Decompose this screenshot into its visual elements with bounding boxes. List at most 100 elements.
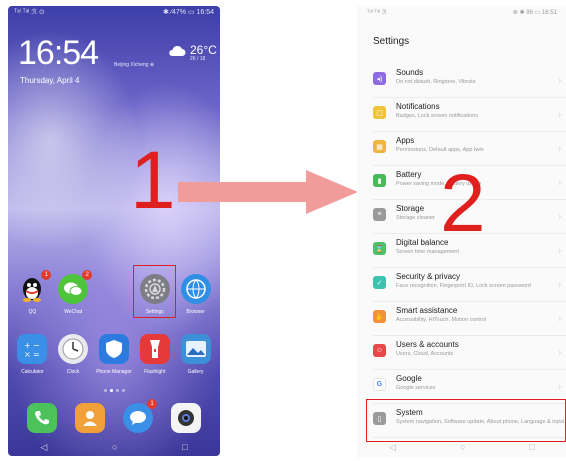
user-icon: ☺ (373, 344, 386, 357)
home-icon[interactable]: ○ (460, 442, 465, 452)
chevron-right-icon: › (558, 382, 561, 391)
temperature: 26°C (190, 43, 217, 57)
app-clock[interactable]: Clock (53, 334, 93, 375)
battery-icon: ▮ (373, 174, 386, 187)
recents-icon[interactable]: □ (182, 442, 187, 452)
chevron-right-icon: › (558, 314, 561, 323)
app-row-2: + − × = Calculator Clock Phone Manager Flas… (8, 334, 220, 375)
settings-item-notifications[interactable]: ▢ Notifications Badges, Lock screen notifi… (357, 98, 566, 132)
app-qq[interactable]: 1 QQ (12, 270, 52, 315)
sound-icon: ◂) (373, 72, 386, 85)
flashlight-icon (139, 334, 170, 364)
app-label: Calculator (21, 369, 44, 375)
app-label: WeChat (64, 309, 83, 315)
app-label: Browser (186, 309, 205, 315)
app-gallery[interactable]: Gallery (176, 334, 216, 375)
back-icon[interactable]: ◁ (40, 442, 47, 453)
dock-phone[interactable] (22, 403, 62, 433)
settings-item-title: Notifications (396, 102, 440, 111)
settings-item-subtitle: Accessibility, HiTouch, Motion control (396, 316, 487, 323)
home-screen: ᵀᵃˡ ᵀᵃˡ ℛ ⊙ ✱ ⁄47% ▭ 16:54 16:54 Thursda… (8, 6, 220, 456)
google-icon: G (373, 378, 386, 391)
settings-item-text: Security & privacy Face recognition, Fing… (396, 272, 566, 290)
shield-icon: ✓ (373, 276, 386, 289)
settings-item-text: Users & accounts Users, Cloud, Accounts (396, 340, 566, 358)
back-icon[interactable]: ◁ (389, 442, 396, 453)
page-indicator (8, 389, 220, 392)
settings-item-title: Users & accounts (396, 340, 459, 349)
svg-text:=: = (33, 350, 40, 359)
settings-item-text: Sounds Do not disturb, Ringtone, Vibrate (396, 68, 566, 86)
dock-camera[interactable] (166, 403, 206, 433)
settings-item-title: Google (396, 374, 422, 383)
app-flashlight[interactable]: Flashlight (135, 334, 175, 375)
dock: 1 (8, 399, 220, 433)
navigation-bar: ◁ ○ □ (357, 440, 566, 454)
status-left: ᵀᵃˡ ᵀᵃˡ ℛ (367, 10, 387, 16)
settings-item-subtitle: Screen time management (396, 248, 459, 255)
temperature-range: 26 / 18 (190, 56, 206, 62)
phone-icon (27, 403, 57, 433)
digital-balance-icon: ⌛ (373, 242, 386, 255)
system-highlight-box (366, 399, 566, 442)
settings-item-users-accounts[interactable]: ☺ Users & accounts Users, Cloud, Accounts › (357, 336, 566, 370)
settings-item-text: Google Google services (396, 374, 566, 392)
step-number-1: 1 (130, 135, 176, 226)
app-label: Gallery (187, 369, 204, 375)
settings-item-subtitle: Google services (396, 384, 436, 391)
chevron-right-icon: › (558, 76, 561, 85)
chevron-right-icon: › (558, 110, 561, 119)
app-label: Clock (66, 369, 80, 375)
status-bar: ᵀᵃˡ ᵀᵃˡ ℛ ⊗ ✱ 96 ▭ 16:51 (367, 9, 557, 21)
dock-contacts[interactable] (70, 403, 110, 433)
notification-badge: 1 (41, 270, 52, 280)
app-row-1: 1 QQ 2 WeChat Settings Browser (8, 270, 220, 315)
app-phone-manager[interactable]: Phone Manager (94, 334, 134, 375)
settings-item-subtitle: Face recognition, Fingerprint ID, Lock s… (396, 282, 531, 289)
chevron-right-icon: › (558, 144, 561, 153)
settings-item-text: Apps Permissions, Default apps, App twin (396, 136, 566, 154)
navigation-bar: ◁ ○ □ (8, 440, 220, 454)
app-calculator[interactable]: + − × = Calculator (12, 334, 52, 375)
app-browser[interactable]: Browser (176, 274, 216, 315)
chevron-right-icon: › (558, 212, 561, 221)
step-number-2: 2 (440, 158, 486, 249)
chevron-right-icon: › (558, 280, 561, 289)
recents-icon[interactable]: □ (530, 442, 535, 452)
message-icon: 1 (123, 399, 157, 433)
weather-widget[interactable]: 26°C 26 / 18 (168, 44, 217, 62)
svg-text:−: − (33, 341, 40, 350)
svg-text:×: × (24, 350, 31, 359)
contacts-icon (75, 403, 105, 433)
gallery-icon (180, 334, 211, 364)
apps-icon: ▦ (373, 140, 386, 153)
camera-icon (171, 403, 201, 433)
app-label: Phone Manager (96, 369, 132, 375)
clock-time: 16:54 (18, 34, 99, 72)
arrow-icon (178, 170, 358, 214)
svg-text:+: + (24, 341, 31, 350)
app-label: QQ (28, 309, 37, 315)
settings-item-sounds[interactable]: ◂) Sounds Do not disturb, Ringtone, Vibrat… (357, 64, 566, 98)
settings-item-text: Notifications Badges, Lock screen notific… (396, 102, 566, 120)
storage-icon: ≡ (373, 208, 386, 221)
status-left: ᵀᵃˡ ᵀᵃˡ ℛ ⊙ (14, 9, 45, 16)
cloud-icon (168, 44, 186, 62)
settings-item-subtitle: Users, Cloud, Accounts (396, 350, 454, 357)
page-title: Settings (373, 36, 410, 47)
settings-list: ◂) Sounds Do not disturb, Ringtone, Vibrat… (357, 64, 566, 438)
settings-item-title: Sounds (396, 68, 424, 77)
dock-messages[interactable]: 1 (118, 399, 158, 433)
settings-item-subtitle: Badges, Lock screen notifications (396, 112, 478, 119)
settings-item-smart-assistance[interactable]: ✋ Smart assistance Accessibility, HiTouch,… (357, 302, 566, 336)
app-empty-slot (94, 274, 134, 315)
settings-item-security-privacy[interactable]: ✓ Security & privacy Face recognition, Fin… (357, 268, 566, 302)
clock-icon (58, 334, 89, 364)
chevron-right-icon: › (558, 246, 561, 255)
home-icon[interactable]: ○ (112, 442, 117, 452)
chevron-right-icon: › (558, 178, 561, 187)
notification-badge: 1 (147, 399, 157, 409)
status-right: ✱ ⁄47% ▭ 16:54 (162, 9, 214, 16)
hand-icon: ✋ (373, 310, 386, 323)
app-wechat[interactable]: 2 WeChat (53, 270, 93, 315)
